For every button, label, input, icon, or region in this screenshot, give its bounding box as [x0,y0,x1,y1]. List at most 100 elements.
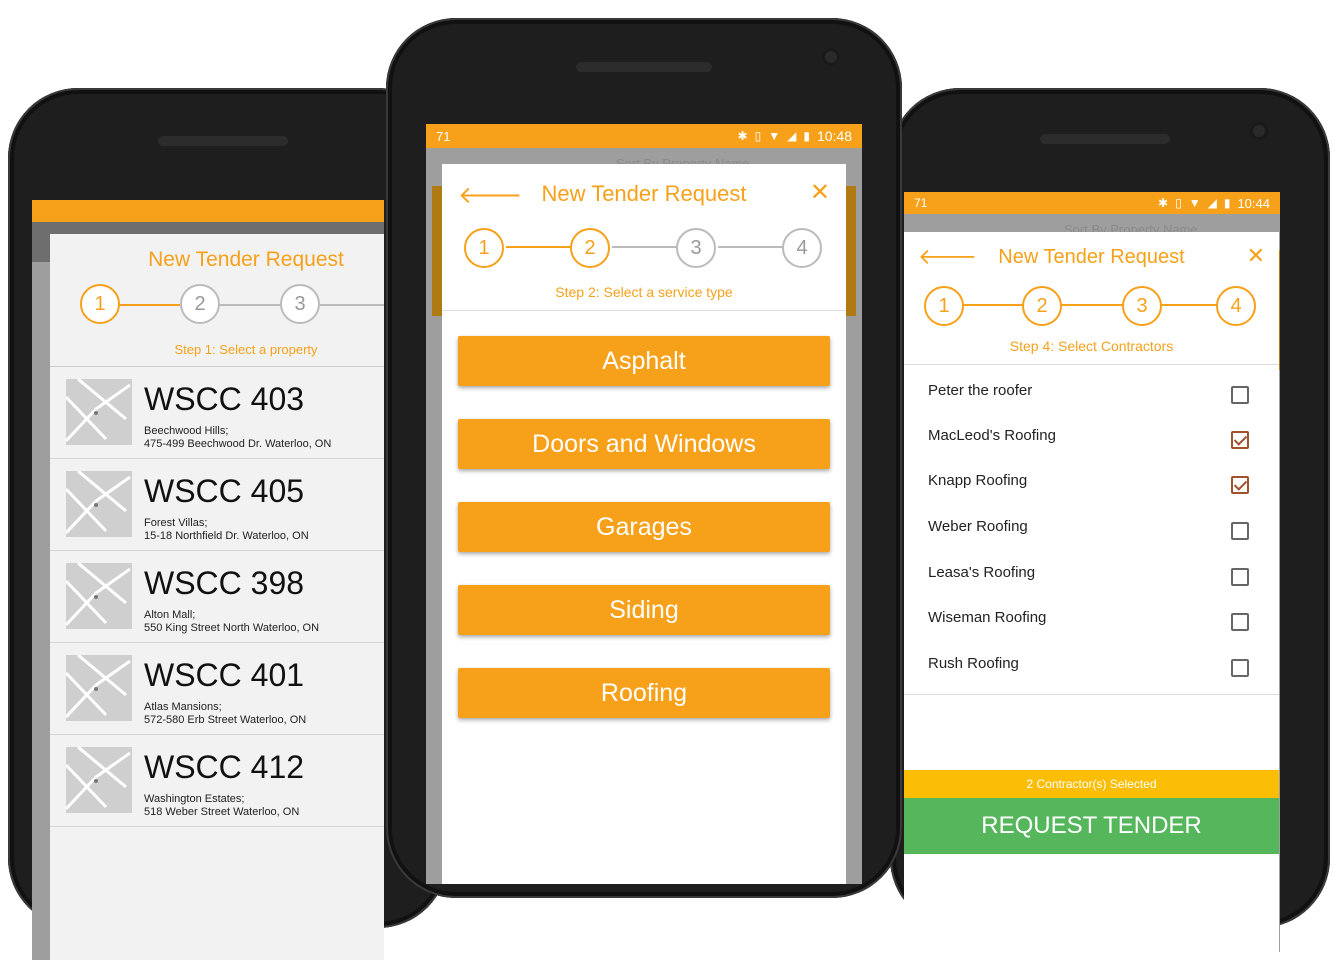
wifi-icon: ▼ [1188,196,1201,210]
contractor-name: Peter the roofer [928,382,1033,399]
contractor-checkbox[interactable] [1231,431,1249,449]
map-icon [66,747,131,811]
contractor-list: Peter the roofer MacLeod's Roofing Knapp… [904,372,1279,695]
status-time: 10:48 [816,128,852,144]
map-thumbnail [66,747,132,813]
contractor-row[interactable]: Weber Roofing [904,508,1279,553]
speaker-grille [576,62,712,72]
contractor-name: Weber Roofing [928,518,1028,535]
step-1-indicator[interactable]: 1 [464,228,504,268]
contractor-row[interactable]: Wiseman Roofing [904,599,1279,644]
stepper-line [1160,304,1222,306]
contractor-name: Wiseman Roofing [928,609,1047,626]
step-3-indicator[interactable]: 3 [280,284,320,324]
dialog-title: New Tender Request [541,181,747,206]
property-name: WSCC 398 [144,565,305,601]
status-bar [32,200,384,222]
dialog-header: New Tender Request [50,234,384,284]
step-4-indicator[interactable]: 4 [782,228,822,268]
step-3-indicator[interactable]: 3 [1122,286,1162,326]
property-row[interactable]: WSCC 403 Beechwood Hills; 475-499 Beechwo… [50,367,384,459]
contractor-row[interactable]: MacLeod's Roofing [904,417,1279,462]
step-2-indicator[interactable]: 2 [180,284,220,324]
property-row[interactable]: WSCC 401 Atlas Mansions; 572-580 Erb Stre… [50,643,384,735]
property-row[interactable]: WSCC 405 Forest Villas; 15-18 Northfield … [50,459,384,551]
step-2-indicator[interactable]: 2 [1022,286,1062,326]
contractor-name: Leasa's Roofing [928,564,1036,581]
battery-icon: ▮ [803,129,810,143]
property-address: Alton Mall; 550 King Street North Waterlo… [144,609,320,634]
screen-middle: 71 ✱ ▯ ▼ ◢ ▮ 10:48 Sort By Property Name… [426,124,862,884]
service-roofing-button[interactable]: Roofing [458,668,830,718]
stepper: 1 2 3 4 [442,224,846,286]
status-notification: 71 [436,128,451,144]
signal-icon: ◢ [787,129,797,143]
tender-dialog: 🡐 New Tender Request ✕ 1 2 3 4 Step 2: S… [442,164,846,884]
close-icon[interactable]: ✕ [810,178,830,207]
battery-icon: ▮ [1223,196,1231,210]
map-thumbnail [66,471,132,537]
front-camera [1250,122,1268,140]
tender-dialog: 🡐 New Tender Request ✕ 1 2 3 4 Step 4: S… [904,232,1279,952]
contractor-checkbox[interactable] [1231,386,1249,404]
contractor-row[interactable]: Peter the roofer [904,372,1279,417]
phone-right: 71 ✱ ▯ ▼ ◢ ▮ 10:44 Sort By Property Name… [890,88,1330,952]
dialog-header: 🡐 New Tender Request ✕ [442,164,846,224]
property-address: Washington Estates; 518 Weber Street Wate… [144,793,300,818]
stepper: 1 2 3 [50,284,384,344]
contractor-row[interactable]: Rush Roofing [904,645,1279,690]
selected-count-bar: 2 Contractor(s) Selected [904,770,1279,798]
service-asphalt-button[interactable]: Asphalt [458,336,830,386]
map-icon [66,563,131,627]
contractor-row[interactable]: Knapp Roofing [904,462,1279,507]
step-1-indicator[interactable]: 1 [924,286,964,326]
contractor-checkbox[interactable] [1231,613,1249,631]
property-row[interactable]: WSCC 412 Washington Estates; 518 Weber St… [50,735,384,827]
dialog-title: New Tender Request [148,248,344,271]
property-list: WSCC 403 Beechwood Hills; 475-499 Beechwo… [50,366,384,827]
contractor-checkbox[interactable] [1231,476,1249,494]
step-label: Step 4: Select Contractors [904,338,1279,365]
step-4-indicator[interactable]: 4 [1216,286,1256,326]
speaker-grille [1040,134,1170,144]
property-name: WSCC 412 [144,749,305,785]
bluetooth-icon: ✱ [737,129,748,143]
contractor-checkbox[interactable] [1231,522,1249,540]
contractor-checkbox[interactable] [1231,568,1249,586]
stepper-line [320,304,384,306]
wifi-icon: ▼ [768,129,781,143]
service-doors-windows-button[interactable]: Doors and Windows [458,419,830,469]
step-1-indicator[interactable]: 1 [80,284,120,324]
status-notification: 71 [914,196,928,210]
status-time: 10:44 [1237,195,1270,211]
service-siding-button[interactable]: Siding [458,585,830,635]
step-2-indicator[interactable]: 2 [570,228,610,268]
dialog-header: 🡐 New Tender Request ✕ [904,232,1279,286]
contractor-checkbox[interactable] [1231,659,1249,677]
request-tender-button[interactable]: REQUEST TENDER [904,798,1279,854]
contractor-name: Knapp Roofing [928,472,1028,489]
vibrate-icon: ▯ [1175,196,1182,210]
list-edge [432,186,442,316]
stepper: 1 2 3 4 [904,286,1279,342]
stepper-line [718,246,788,248]
status-bar: 71 ✱ ▯ ▼ ◢ ▮ 10:48 [426,124,862,148]
map-thumbnail [66,379,132,445]
stepper-line [962,304,1024,306]
property-address: Forest Villas; 15-18 Northfield Dr. Water… [144,517,309,542]
stepper-line [612,246,682,248]
screen-right: 71 ✱ ▯ ▼ ◢ ▮ 10:44 Sort By Property Name… [904,192,1280,952]
map-thumbnail [66,563,132,629]
property-row[interactable]: WSCC 398 Alton Mall; 550 King Street Nort… [50,551,384,643]
property-address: Beechwood Hills; 475-499 Beechwood Dr. Wa… [144,425,332,450]
service-garages-button[interactable]: Garages [458,502,830,552]
step-label: Step 2: Select a service type [442,284,846,311]
map-thumbnail [66,655,132,721]
front-camera [822,48,840,66]
contractor-row[interactable]: Leasa's Roofing [904,554,1279,599]
screen-left: New Tender Request 1 2 3 Step 1: Select … [32,200,384,960]
close-icon[interactable]: ✕ [1247,243,1265,269]
phone-left: New Tender Request 1 2 3 Step 1: Select … [8,88,448,960]
step-label: Step 1: Select a property [174,342,318,357]
step-3-indicator[interactable]: 3 [676,228,716,268]
